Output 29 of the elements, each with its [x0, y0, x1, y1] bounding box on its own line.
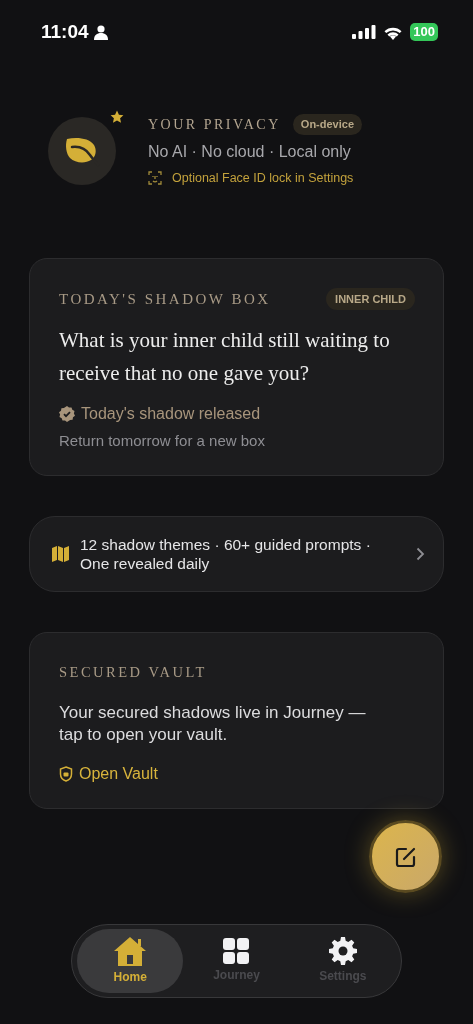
compose-button[interactable]	[369, 820, 442, 893]
themes-banner[interactable]: 12 shadow themes · 60+ guided prompts · One revealed daily	[29, 515, 444, 592]
face-id-icon	[148, 171, 162, 186]
privacy-summary: No AI · No cloud · Local only	[148, 142, 352, 162]
face-id-note: Optional Face ID lock in Settings	[172, 170, 354, 187]
grid-icon	[223, 938, 250, 964]
section-title: YOUR PRIVACY	[148, 116, 281, 134]
clock-time: 11:04	[41, 19, 89, 44]
prompt-question: What is your inner child still waiting to receive that no one gave you?	[59, 327, 391, 388]
house-icon	[113, 936, 148, 966]
vault-description: Your secured shadows live in Journey — tap to open your vault.	[59, 701, 367, 746]
signal-icon	[352, 25, 377, 39]
settings-icon	[328, 937, 357, 965]
chevron-right-icon	[416, 546, 425, 561]
map-icon	[52, 545, 69, 562]
person-icon	[93, 24, 108, 40]
return-hint: Return tomorrow for a new box	[59, 431, 266, 452]
released-status: Today's shadow released	[81, 404, 261, 425]
status-badge: On-device	[292, 114, 362, 135]
theme-tag: INNER CHILD	[326, 287, 415, 311]
card-title: SECURED VAULT	[59, 662, 208, 682]
battery-indicator: 100	[410, 23, 438, 41]
card-title: TODAY'S SHADOW BOX	[59, 289, 271, 309]
themes-summary: 12 shadow themes · 60+ guided prompts · One revealed daily	[80, 534, 372, 573]
verified-check-icon	[59, 406, 75, 423]
open-vault-link[interactable]: Open Vault	[59, 761, 158, 786]
shield-lock-icon	[59, 765, 73, 782]
star-icon	[110, 110, 124, 124]
tab-item[interactable]: Home	[77, 929, 184, 993]
